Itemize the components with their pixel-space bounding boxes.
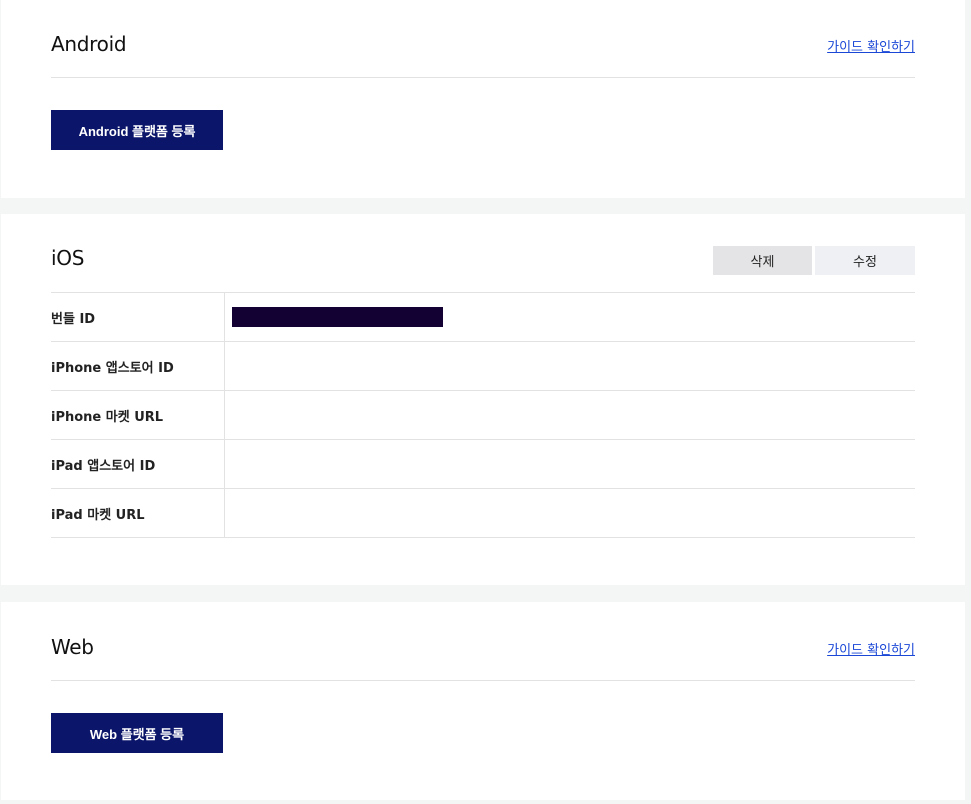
android-title: Android: [51, 32, 127, 56]
iphone-appstore-id-label: iPhone 앱스토어 ID: [51, 342, 225, 390]
table-row-ipad-market-url: iPad 마켓 URL: [51, 489, 915, 538]
web-guide-link[interactable]: 가이드 확인하기: [827, 639, 915, 658]
table-row-iphone-market-url: iPhone 마켓 URL: [51, 391, 915, 440]
table-row-iphone-appstore-id: iPhone 앱스토어 ID: [51, 342, 915, 391]
ipad-market-url-value: [225, 489, 915, 537]
android-divider: [51, 77, 915, 78]
web-section: Web 가이드 확인하기 Web 플랫폼 등록: [1, 602, 965, 800]
web-title: Web: [51, 635, 94, 659]
ios-info-table: 번들 ID iPhone 앱스토어 ID iPhone 마켓 URL iPad …: [51, 292, 915, 538]
iphone-market-url-value: [225, 391, 915, 439]
android-register-button[interactable]: Android 플랫폼 등록: [51, 110, 223, 150]
iphone-appstore-id-value: [225, 342, 915, 390]
ipad-appstore-id-value: [225, 440, 915, 488]
ios-edit-button[interactable]: 수정: [815, 246, 915, 275]
android-guide-link[interactable]: 가이드 확인하기: [827, 36, 915, 55]
redacted-bundle-id: [232, 307, 443, 327]
web-register-button[interactable]: Web 플랫폼 등록: [51, 713, 223, 753]
android-section: Android 가이드 확인하기 Android 플랫폼 등록: [1, 0, 965, 198]
ipad-appstore-id-label: iPad 앱스토어 ID: [51, 440, 225, 488]
iphone-market-url-label: iPhone 마켓 URL: [51, 391, 225, 439]
web-divider: [51, 680, 915, 681]
table-row-ipad-appstore-id: iPad 앱스토어 ID: [51, 440, 915, 489]
bundle-id-value: [225, 293, 915, 341]
ios-title: iOS: [51, 246, 85, 270]
ios-section: iOS 삭제 수정 번들 ID iPhone 앱스토어 ID iPhone 마켓…: [1, 214, 965, 585]
ipad-market-url-label: iPad 마켓 URL: [51, 489, 225, 537]
ios-delete-button[interactable]: 삭제: [713, 246, 812, 275]
table-row-bundle-id: 번들 ID: [51, 293, 915, 342]
bundle-id-label: 번들 ID: [51, 293, 225, 341]
